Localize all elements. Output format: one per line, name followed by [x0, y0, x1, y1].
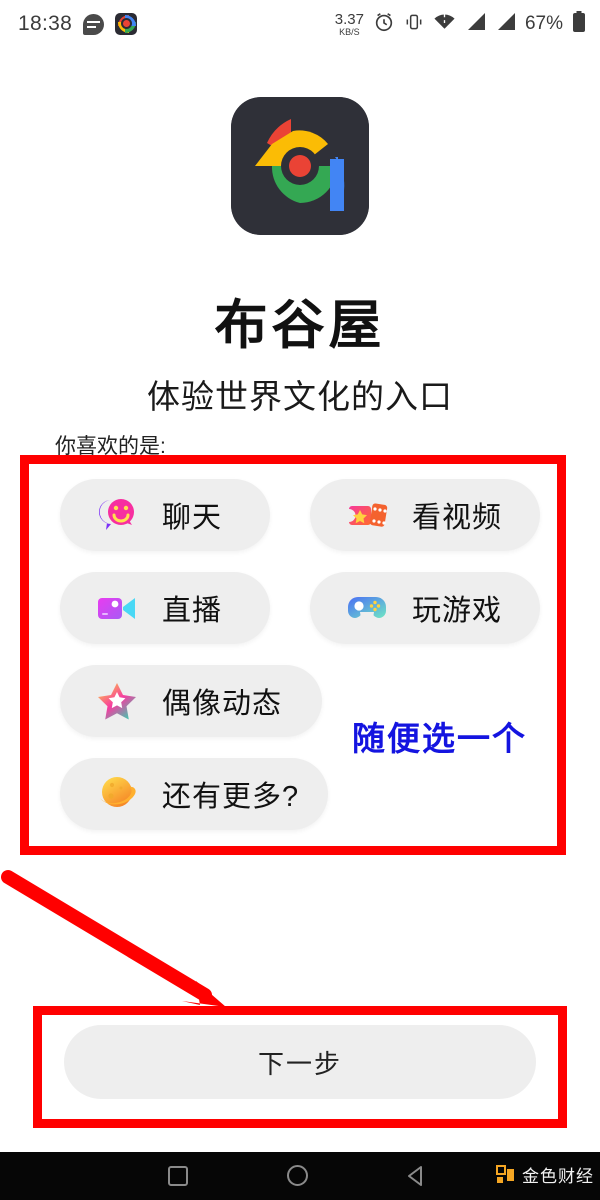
signal-icon-1: [465, 12, 486, 36]
watermark: 金色财经: [496, 1162, 594, 1187]
red-highlight-options: [20, 455, 566, 855]
watermark-text: 金色财经: [522, 1167, 594, 1186]
back-icon[interactable]: [405, 1164, 429, 1193]
message-icon: [83, 13, 105, 35]
wifi-icon: [433, 12, 456, 37]
signal-icon-2: [495, 12, 516, 36]
network-speed: 3.37 KB/S: [334, 10, 364, 37]
status-time: 18:38: [18, 12, 73, 35]
bugu-house-logo: [231, 97, 369, 235]
status-bar: 18:38 3.37 KB/S 67%: [0, 0, 600, 48]
home-icon[interactable]: [287, 1165, 308, 1186]
phone-screen: 18:38 3.37 KB/S 67% 布谷屋 体验世界文化的入口 你喜欢的是:…: [0, 0, 600, 1200]
watermark-logo-icon: [496, 1164, 516, 1185]
app-title: 布谷屋: [214, 296, 386, 355]
status-bar-left: 18:38: [0, 12, 138, 36]
battery-percent: 67%: [524, 13, 563, 34]
recents-icon[interactable]: [168, 1166, 188, 1186]
battery-icon: [572, 10, 586, 38]
app-subtitle: 体验世界文化的入口: [147, 378, 453, 415]
red-highlight-next-button: [33, 1006, 567, 1128]
navigation-bar: 金色财经: [0, 1152, 600, 1200]
status-bar-right: 3.37 KB/S 67%: [334, 10, 600, 38]
alarm-icon: [373, 11, 395, 38]
app-icon: [115, 13, 138, 35]
pick-one-annotation: 随便选一个: [352, 720, 527, 757]
vibrate-icon: [404, 11, 424, 38]
